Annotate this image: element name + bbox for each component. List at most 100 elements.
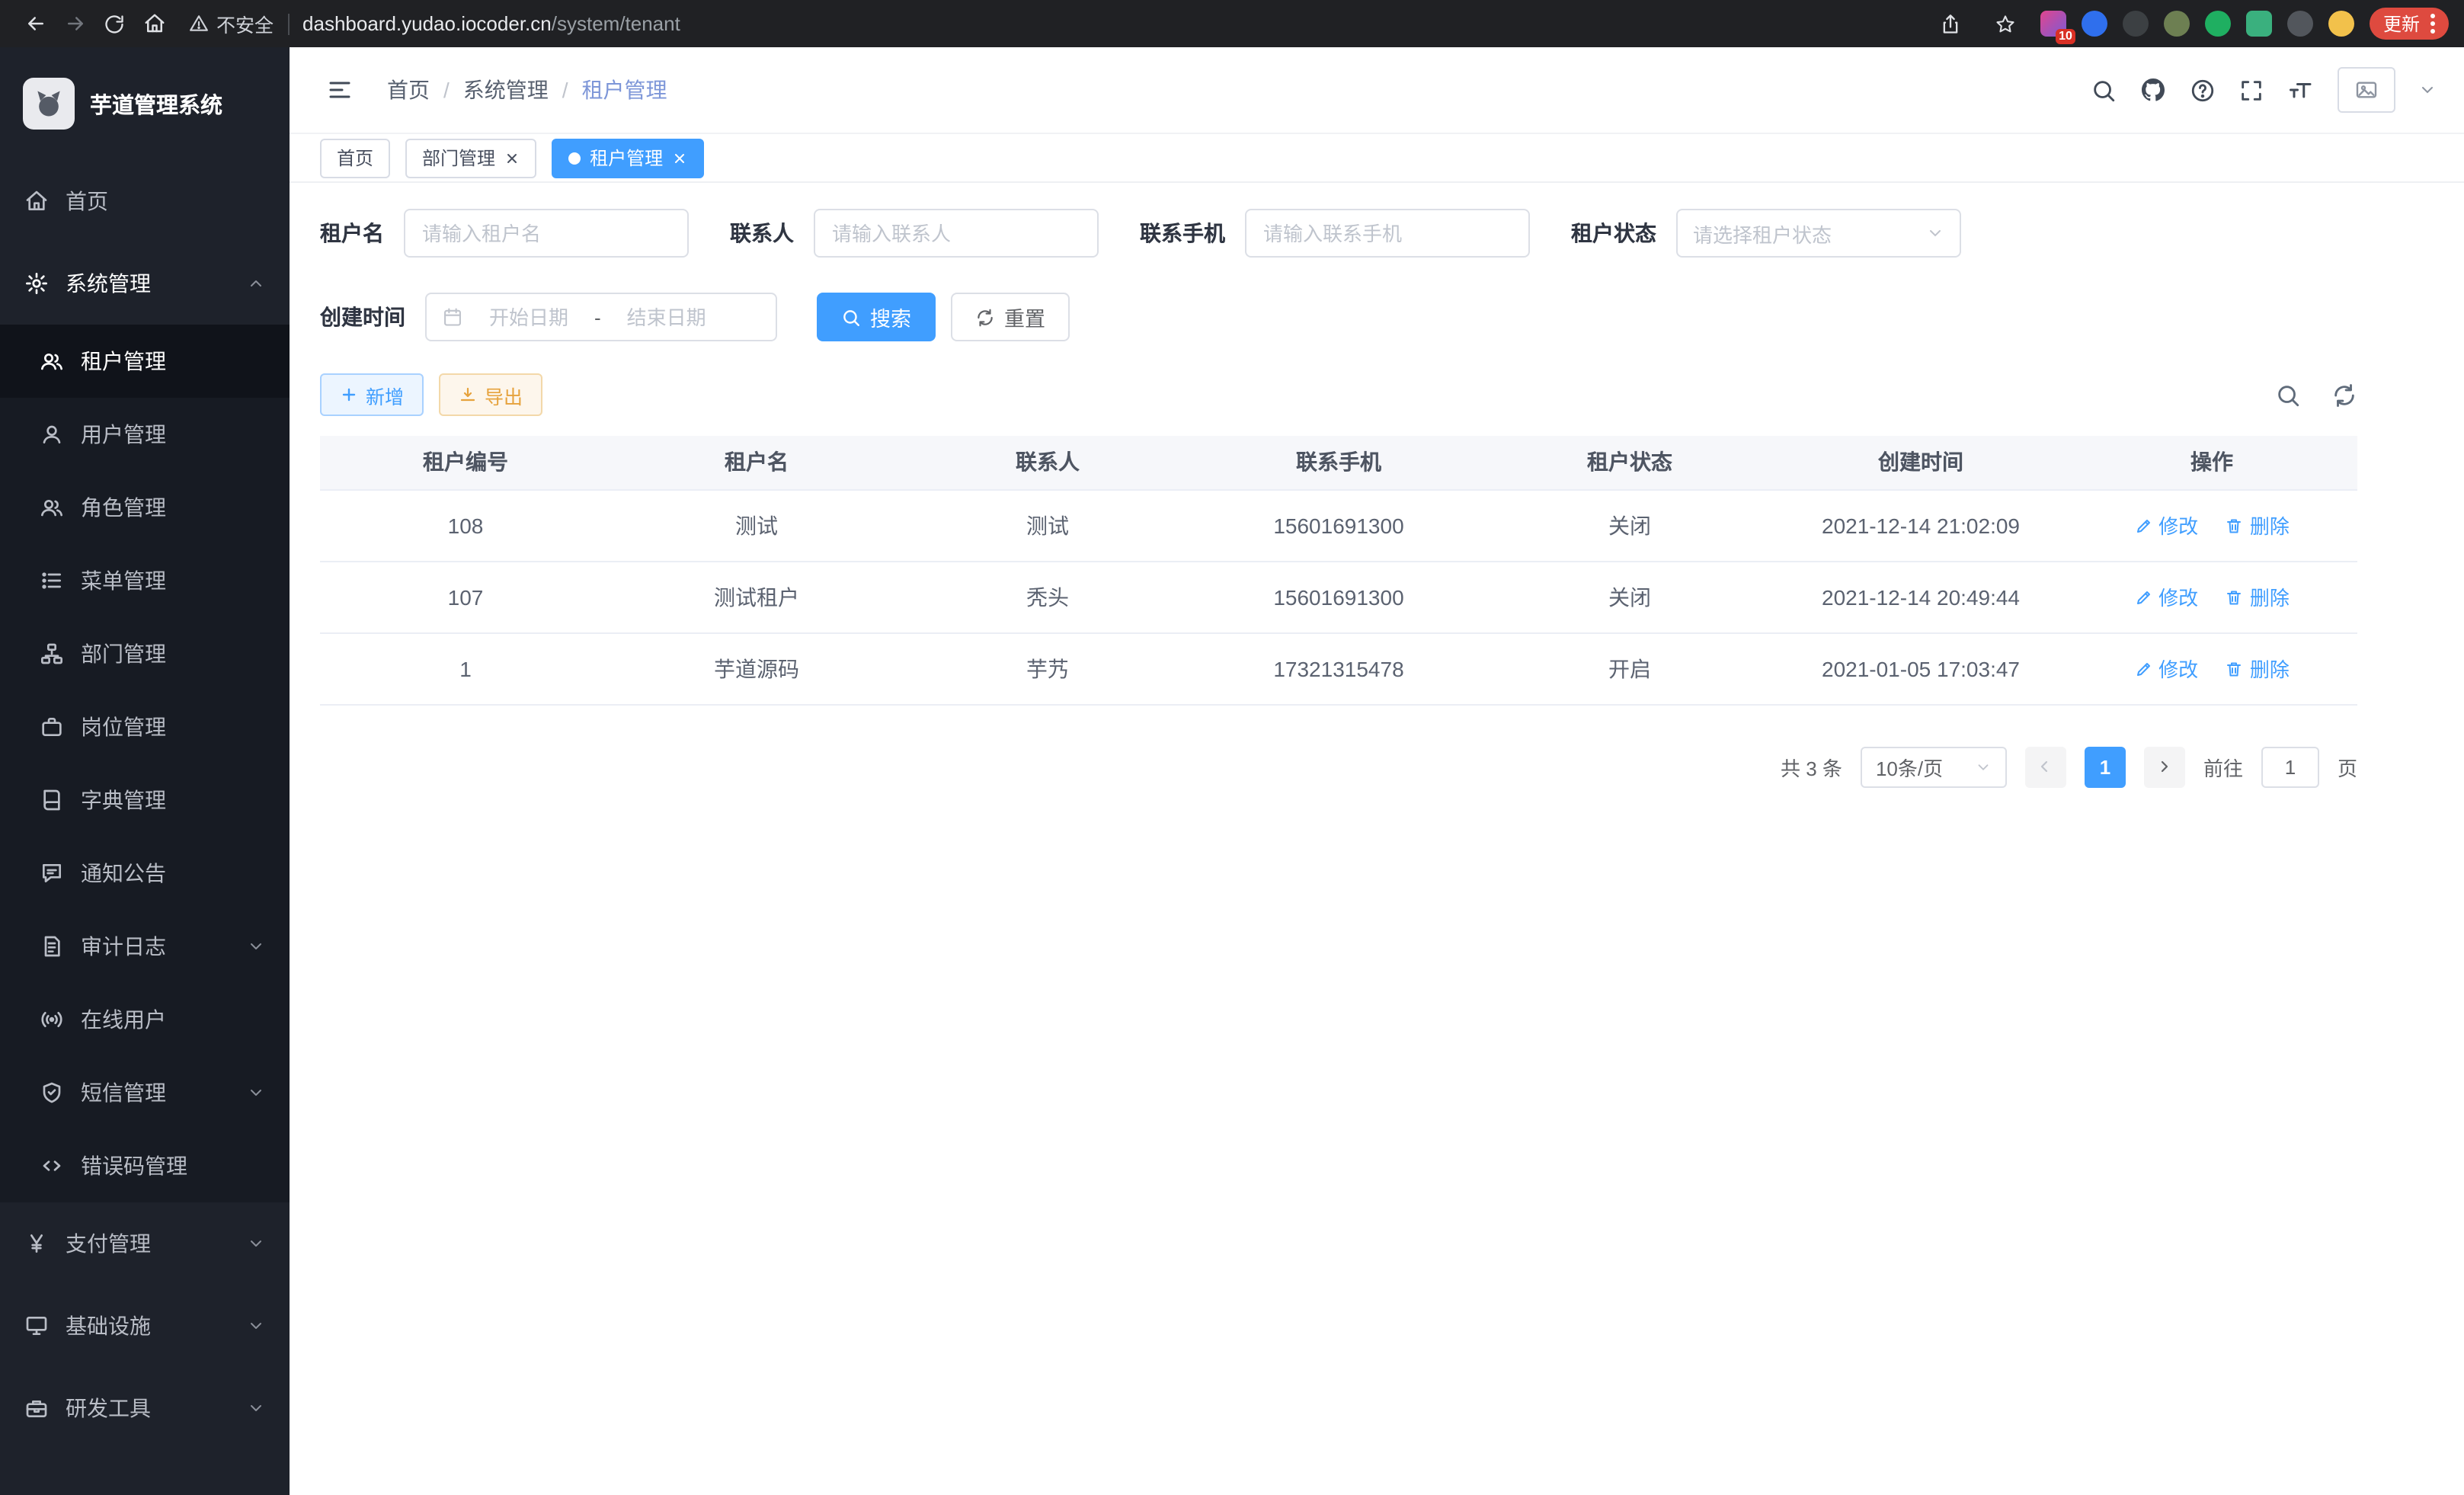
sidebar-item-dept[interactable]: 部门管理 xyxy=(0,617,290,690)
tab-label: 部门管理 xyxy=(422,145,495,171)
browser-forward-button[interactable] xyxy=(55,4,94,43)
extension-icon-2[interactable] xyxy=(2082,11,2107,37)
breadcrumb-home[interactable]: 首页 xyxy=(387,75,430,105)
extension-icon-4[interactable] xyxy=(2164,11,2190,37)
search-button[interactable]: 搜索 xyxy=(817,293,936,341)
url-divider xyxy=(287,13,289,34)
status-select[interactable]: 请选择租户状态 xyxy=(1676,209,1961,258)
breadcrumb: 首页 / 系统管理 / 租户管理 xyxy=(387,75,667,105)
extension-icon-8[interactable] xyxy=(2328,11,2354,37)
sidebar-item-payment[interactable]: 支付管理 xyxy=(0,1202,290,1285)
sidebar-item-error-code[interactable]: 错误码管理 xyxy=(0,1129,290,1202)
sidebar-item-sms[interactable]: 短信管理 xyxy=(0,1056,290,1129)
sidebar-item-dict[interactable]: 字典管理 xyxy=(0,764,290,837)
extension-icon-7[interactable] xyxy=(2287,11,2313,37)
toggle-search-button[interactable] xyxy=(2275,382,2301,408)
tab-close-icon[interactable] xyxy=(504,150,520,165)
tenant-table: 租户编号 租户名 联系人 联系手机 租户状态 创建时间 操作 108 测试 xyxy=(290,416,2464,705)
browser-bookmark-button[interactable] xyxy=(1986,4,2025,43)
table-row: 107 测试租户 秃头 15601691300 关闭 2021-12-14 20… xyxy=(320,561,2357,632)
browser-share-button[interactable] xyxy=(1931,4,1970,43)
github-link-button[interactable] xyxy=(2139,76,2167,104)
page-number-button[interactable]: 1 xyxy=(2085,746,2126,787)
cell-created: 2021-12-14 21:02:09 xyxy=(1775,489,2066,561)
question-circle-icon xyxy=(2190,77,2216,103)
breadcrumb-separator: / xyxy=(562,78,568,102)
edit-link-label: 修改 xyxy=(2158,582,2198,611)
edit-link[interactable]: 修改 xyxy=(2134,654,2198,683)
edit-link[interactable]: 修改 xyxy=(2134,582,2198,611)
browser-reload-button[interactable] xyxy=(94,4,134,43)
user-menu-caret[interactable] xyxy=(2418,81,2437,99)
phone-input[interactable] xyxy=(1245,209,1530,258)
refresh-table-button[interactable] xyxy=(2331,382,2357,408)
font-size-button[interactable] xyxy=(2287,76,2315,104)
create-time-range-picker[interactable]: - xyxy=(425,293,777,341)
hamburger-icon xyxy=(326,76,354,104)
address-bar[interactable]: dashboard.yudao.iocoder.cn/system/tenant xyxy=(302,12,680,35)
sidebar-item-home[interactable]: 首页 xyxy=(0,160,290,242)
sidebar-item-system[interactable]: 系统管理 xyxy=(0,242,290,325)
user-avatar[interactable] xyxy=(2338,67,2395,113)
browser-menu-icon[interactable] xyxy=(2430,14,2435,34)
tenant-name-input[interactable] xyxy=(404,209,689,258)
help-button[interactable] xyxy=(2190,77,2216,103)
sidebar-item-notice[interactable]: 通知公告 xyxy=(0,837,290,910)
sidebar-item-infra[interactable]: 基础设施 xyxy=(0,1285,290,1367)
browser-home-button[interactable] xyxy=(134,4,174,43)
page-size-select[interactable]: 10条/页 xyxy=(1861,746,2007,787)
sidebar-item-user[interactable]: 用户管理 xyxy=(0,398,290,471)
sidebar-item-devtools[interactable]: 研发工具 xyxy=(0,1367,290,1449)
sidebar-item-post[interactable]: 岗位管理 xyxy=(0,690,290,764)
global-search-button[interactable] xyxy=(2091,77,2117,103)
sidebar-item-label: 系统管理 xyxy=(66,268,151,299)
tab-close-icon[interactable] xyxy=(672,150,687,165)
sidebar-item-menu[interactable]: 菜单管理 xyxy=(0,544,290,617)
font-size-icon xyxy=(2287,76,2315,104)
extension-badge: 10 xyxy=(2056,29,2075,44)
chevron-down-icon xyxy=(247,1234,265,1253)
delete-link[interactable]: 删除 xyxy=(2226,654,2290,683)
sidebar-item-role[interactable]: 角色管理 xyxy=(0,471,290,544)
extension-icon-5[interactable] xyxy=(2205,11,2231,37)
goto-page-input[interactable] xyxy=(2261,746,2319,787)
next-page-button[interactable] xyxy=(2144,746,2185,787)
sidebar-item-online-users[interactable]: 在线用户 xyxy=(0,983,290,1056)
sidebar-item-label: 租户管理 xyxy=(81,346,166,376)
extension-icon-1[interactable]: 10 xyxy=(2040,11,2066,37)
add-button[interactable]: 新增 xyxy=(320,373,424,416)
sidebar-item-tenant[interactable]: 租户管理 xyxy=(0,325,290,398)
end-date-input[interactable] xyxy=(610,306,723,328)
breadcrumb-system[interactable]: 系统管理 xyxy=(463,75,549,105)
edit-pencil-icon xyxy=(2134,516,2152,534)
start-date-input[interactable] xyxy=(472,306,585,328)
edit-link[interactable]: 修改 xyxy=(2134,511,2198,539)
sidebar-item-label: 角色管理 xyxy=(81,492,166,523)
prev-page-button[interactable] xyxy=(2025,746,2066,787)
contact-input[interactable] xyxy=(814,209,1099,258)
tenant-name-label: 租户名 xyxy=(320,218,384,248)
extension-icon-3[interactable] xyxy=(2123,11,2149,37)
browser-update-button[interactable]: 更新 xyxy=(2370,8,2449,40)
cell-status: 关闭 xyxy=(1484,489,1775,561)
app-logo[interactable]: 芋道管理系统 xyxy=(0,47,290,160)
fullscreen-button[interactable] xyxy=(2238,77,2264,103)
export-button[interactable]: 导出 xyxy=(439,373,542,416)
add-button-label: 新增 xyxy=(366,380,404,409)
cell-tenant-name: 测试租户 xyxy=(611,561,902,632)
extension-icon-6[interactable] xyxy=(2246,11,2272,37)
sidebar-item-audit-log[interactable]: 审计日志 xyxy=(0,910,290,983)
tab-home[interactable]: 首页 xyxy=(320,138,390,178)
org-tree-icon xyxy=(40,642,64,666)
delete-link[interactable]: 删除 xyxy=(2226,582,2290,611)
sidebar-collapse-button[interactable] xyxy=(326,76,354,104)
site-security-indicator[interactable]: 不安全 xyxy=(189,9,274,38)
message-icon xyxy=(40,861,64,885)
table-toolbar: 新增 导出 xyxy=(290,369,2464,416)
delete-link[interactable]: 删除 xyxy=(2226,511,2290,539)
tab-dept[interactable]: 部门管理 xyxy=(405,138,536,178)
sidebar-item-label: 支付管理 xyxy=(66,1228,151,1259)
tab-tenant[interactable]: 租户管理 xyxy=(552,138,704,178)
browser-back-button[interactable] xyxy=(15,4,55,43)
reset-button[interactable]: 重置 xyxy=(951,293,1070,341)
